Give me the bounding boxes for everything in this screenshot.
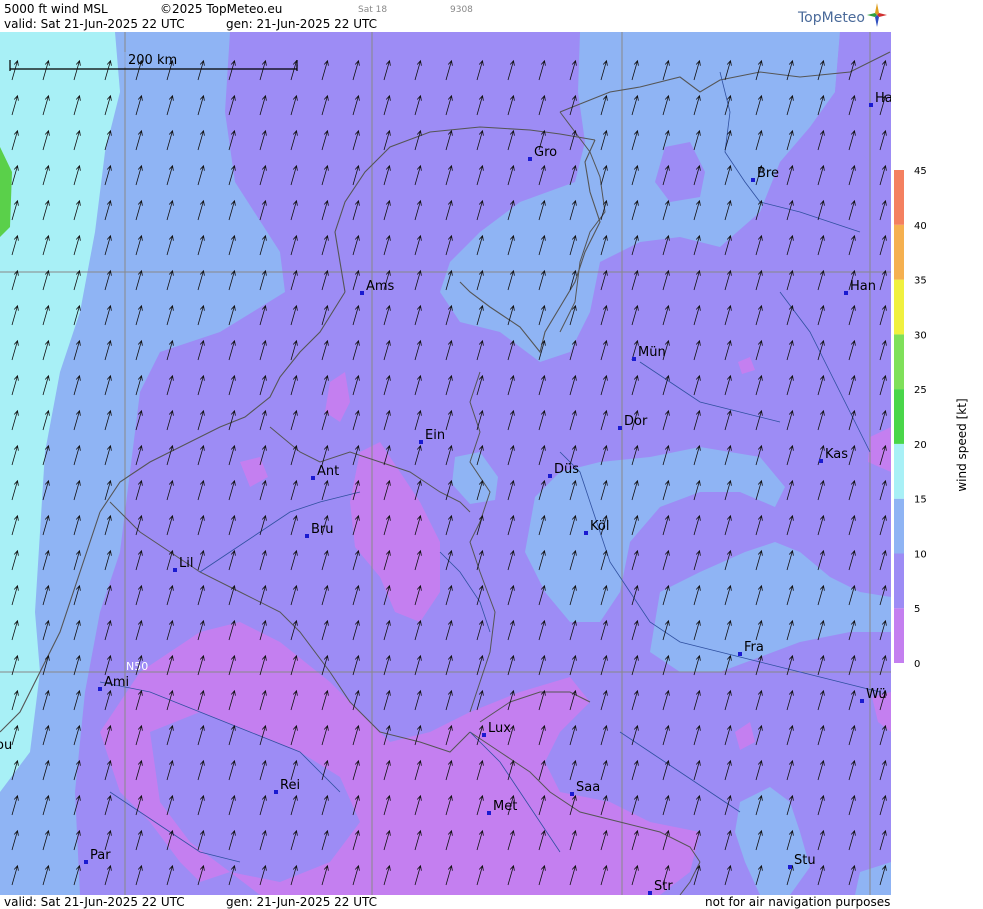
colorbar-label: wind speed [kt] (955, 398, 969, 491)
city-marker (844, 291, 848, 295)
city-label: Ant (317, 464, 339, 479)
colorbar-tick-label: 0 (914, 659, 920, 670)
colorbar-tick-label: 10 (914, 549, 927, 560)
colorbar-tick-label: 45 (914, 166, 927, 177)
city-label: Fra (744, 640, 764, 655)
topmeteo-logo: TopMeteo (798, 10, 865, 26)
city-label: Ams (366, 279, 395, 294)
colorbar-block (894, 553, 904, 609)
city-marker (487, 811, 491, 815)
city-label: Han (850, 279, 876, 294)
city-ams[interactable]: Ams (360, 279, 395, 295)
city-label: Wü (866, 687, 887, 702)
gen-time: gen: 21-Jun-2025 22 UTC (226, 17, 378, 31)
sat-label: Sat 18 (358, 5, 388, 15)
city-label: Ein (425, 428, 445, 443)
colorbar-tick-label: 40 (914, 221, 927, 232)
city-label: Gro (534, 145, 557, 160)
wind-map[interactable]: 200 km N50 GroBreHaAms HanMünDorEinKasAnt… (0, 32, 891, 895)
city-label: Ami (104, 675, 129, 690)
city-marker (751, 178, 755, 182)
city-marker (305, 534, 309, 538)
compass-logo-icon (867, 3, 887, 27)
colorbar-block (894, 498, 904, 554)
city-marker (173, 568, 177, 572)
city-label: Saa (576, 780, 600, 795)
colorbar-tick-label: 5 (914, 604, 920, 615)
colorbar-tick-label: 25 (914, 385, 927, 396)
city-label: Stu (794, 853, 816, 868)
city-marker (482, 733, 486, 737)
scale-bar-label: 200 km (128, 53, 177, 68)
footer-gen-time: gen: 21-Jun-2025 22 UTC (226, 895, 378, 909)
city-label: Düs (554, 462, 579, 477)
city-marker (860, 699, 864, 703)
city-label: Kas (825, 447, 848, 462)
city-marker (360, 291, 364, 295)
city-label: Ha (875, 91, 891, 106)
colorbar-block (894, 170, 904, 225)
colorbar-block (894, 334, 904, 390)
city-label: Bru (311, 522, 334, 537)
footer-valid-time: valid: Sat 21-Jun-2025 22 UTC (4, 895, 185, 909)
city-label: ou (0, 738, 12, 753)
city-marker (570, 792, 574, 796)
colorbar-block (894, 279, 904, 335)
city-marker (819, 459, 823, 463)
city-marker (618, 426, 622, 430)
city-label: Köl (590, 519, 609, 534)
city-marker (528, 157, 532, 161)
colorbar-tick-label: 35 (914, 276, 927, 287)
city-marker (419, 440, 423, 444)
city-marker (648, 891, 652, 895)
city-label: Met (493, 799, 517, 814)
colorbar-block (894, 389, 904, 444)
city-marker (274, 790, 278, 794)
map-window: 5000 ft wind MSL ©2025 TopMeteo.eu Sat 1… (0, 0, 983, 909)
colorbar-blocks (894, 170, 904, 663)
colorbar-block (894, 224, 904, 280)
footer-note: not for air navigation purposes (705, 895, 891, 909)
city-marker (869, 103, 873, 107)
city-marker (548, 474, 552, 478)
city-label: Bre (757, 166, 779, 181)
colorbar-tick-label: 30 (914, 330, 927, 341)
city-label: Lux (488, 721, 511, 736)
valid-time: valid: Sat 21-Jun-2025 22 UTC (4, 17, 185, 31)
city-label: Rei (280, 778, 300, 793)
city-marker (788, 865, 792, 869)
city-ou[interactable]: ou (0, 738, 12, 754)
colorbar-tick-label: 20 (914, 440, 927, 451)
city-marker (98, 687, 102, 691)
city-marker (311, 476, 315, 480)
city-label: Str (654, 879, 673, 894)
city-mün[interactable]: Mün (632, 345, 666, 361)
city-marker (632, 357, 636, 361)
city-marker (84, 860, 88, 864)
city-marker (738, 652, 742, 656)
city-label: Mün (638, 345, 666, 360)
colorbar-block (894, 608, 904, 663)
city-label: Lil (179, 556, 193, 571)
chart-title: 5000 ft wind MSL (4, 2, 108, 16)
copyright: ©2025 TopMeteo.eu (160, 2, 283, 16)
city-label: Par (90, 848, 111, 863)
colorbar-ticks: 45 40 35 30 25 20 15 10 5 0 (914, 166, 927, 670)
city-marker (584, 531, 588, 535)
code-label: 9308 (450, 5, 473, 15)
city-label: Dor (624, 414, 648, 429)
colorbar-tick-label: 15 (914, 495, 927, 506)
wind-speed-legend: 45 40 35 30 25 20 15 10 5 0 wind speed [kt] (894, 166, 969, 670)
colorbar-block (894, 443, 904, 499)
